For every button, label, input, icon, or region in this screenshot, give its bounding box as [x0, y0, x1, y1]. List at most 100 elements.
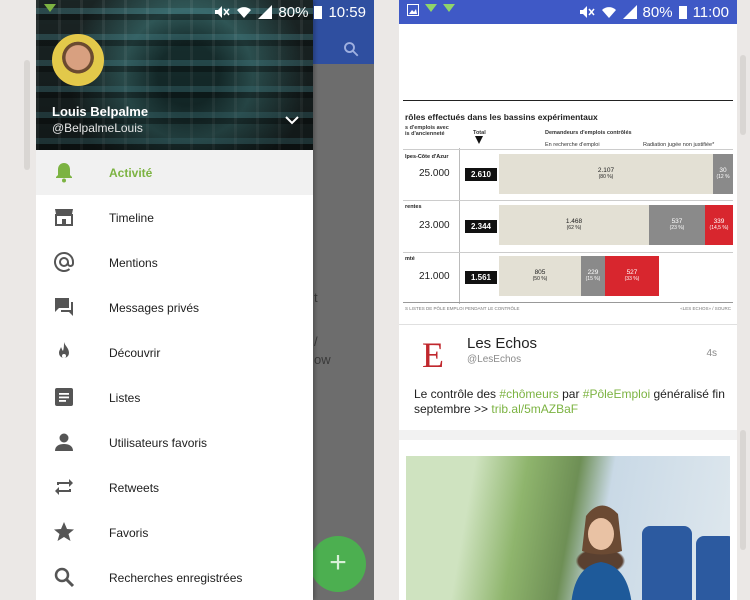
woman-figure	[571, 505, 632, 600]
chart-bar-segment-recherche: 2.107 (80 %)	[499, 154, 713, 194]
menu-item-messages[interactable]: Messages privés	[36, 285, 313, 330]
chart-row-total: 23.000	[419, 220, 450, 231]
status-time: 10:59	[328, 3, 366, 21]
tweet-text: Le contrôle des #chômeurs par #PôleEmplo…	[414, 387, 729, 417]
menu-item-label: Activité	[109, 165, 153, 180]
chart-data-label: 537	[671, 218, 683, 225]
retweet-icon	[52, 475, 76, 499]
chart-data-label: 229	[587, 269, 599, 276]
chart-col-demandeurs: Demandeurs d'emplois contrôlés	[545, 130, 632, 136]
chart-data-label-pct: (80 %)	[598, 174, 614, 180]
chart-row-box: 2.344	[465, 220, 497, 233]
chart-data-label: 805	[534, 269, 546, 276]
search-icon	[52, 565, 76, 589]
menu-item-mentions[interactable]: Mentions	[36, 240, 313, 285]
tweet-author-name[interactable]: Les Echos	[467, 335, 537, 352]
menu-item-recherches[interactable]: Recherches enregistrées	[36, 555, 313, 600]
menu-item-label: Favoris	[109, 525, 149, 540]
behind-text-1: t	[314, 290, 318, 305]
chart-bottom-rule	[403, 302, 733, 303]
chat-icon	[52, 295, 76, 319]
chart-data-label: 527	[626, 269, 638, 276]
compose-fab-button[interactable]: +	[310, 536, 366, 592]
chart-row-rule	[403, 200, 733, 201]
chevron-down-icon[interactable]	[285, 112, 299, 130]
chart-bar-segment-radiation-justifiee: 30 (12 %	[713, 154, 733, 194]
tweet-url-link[interactable]: trib.al/5mAZBaF	[491, 402, 578, 416]
chart-data-label: 2.107	[597, 167, 615, 174]
hashtag-link[interactable]: #chômeurs	[499, 387, 558, 401]
device-edge-right	[740, 55, 746, 135]
chart-row-label: lpes-Côte d'Azur	[405, 154, 449, 160]
menu-item-listes[interactable]: Listes	[36, 375, 313, 420]
avatar[interactable]	[52, 34, 104, 86]
notification-icon	[44, 4, 56, 12]
menu-item-favoris[interactable]: Favoris	[36, 510, 313, 555]
tweet-text-part: par	[558, 387, 583, 401]
status-time: 11:00	[692, 3, 729, 21]
battery-icon	[314, 6, 323, 19]
chart-bar-segment-radiation-non-justifiee: 527 (33 %)	[605, 256, 659, 296]
bell-icon	[52, 160, 76, 184]
chart-data-label-pct: (33 %)	[624, 276, 640, 282]
tweet-timestamp: 4s	[706, 348, 717, 359]
at-icon	[52, 250, 76, 274]
status-bar: 80% 10:59	[36, 0, 374, 24]
tweet-text-part: Le contrôle des	[414, 387, 500, 401]
chart-row-total: 25.000	[419, 168, 450, 179]
chart-data-label-pct: (12 %	[716, 174, 730, 180]
chart-row-box: 2.610	[465, 168, 497, 181]
drawer-menu: Activité Timeline Mentions Messages priv…	[36, 150, 313, 600]
menu-item-label: Retweets	[109, 480, 160, 495]
chart-row-box: 1.561	[465, 271, 497, 284]
list-icon	[52, 385, 76, 409]
user-name: Louis Belpalme	[52, 104, 149, 119]
search-icon[interactable]	[342, 40, 360, 63]
chart-bar-segment-radiation-non-justifiee: 339 (14,5 %)	[705, 205, 733, 245]
menu-item-label: Utilisateurs favoris	[109, 435, 208, 450]
mute-icon	[579, 6, 595, 18]
wifi-icon	[237, 7, 252, 18]
tweet-photo[interactable]	[406, 456, 730, 600]
menu-item-timeline[interactable]: Timeline	[36, 195, 313, 240]
menu-item-activite[interactable]: Activité	[36, 150, 313, 195]
menu-item-label: Recherches enregistrées	[109, 570, 243, 585]
behind-text-3: ow	[314, 352, 331, 367]
chart-bar-segment-radiation-justifiee: 537 (23 %)	[649, 205, 705, 245]
battery-percent: 80%	[642, 3, 673, 21]
battery-icon	[678, 6, 687, 19]
chart-data-label-pct: (62 %)	[566, 225, 582, 231]
notification-icon	[425, 4, 437, 12]
left-phone-screen: t / ow + Louis Belpalme @BelpalmeLouis A…	[36, 0, 374, 600]
chart-data-label-pct: (50 %)	[532, 276, 548, 282]
train-seat	[642, 526, 692, 600]
user-handle: @BelpalmeLouis	[52, 121, 143, 135]
chart-area: rôles effectués dans les bassins expérim…	[403, 104, 733, 324]
chart-col-recherche: En recherche d'emploi	[545, 142, 600, 148]
menu-item-decouvrir[interactable]: Découvrir	[36, 330, 313, 375]
mute-icon	[215, 6, 230, 18]
chart-row-total: 21.000	[419, 271, 450, 282]
svg-text:E: E	[422, 335, 444, 371]
right-phone-screen: rôles effectués dans les bassins expérim…	[399, 0, 737, 600]
tweet-author-handle[interactable]: @LesEchos	[467, 354, 521, 365]
flame-icon	[52, 340, 76, 364]
status-bar: 80% 11:00	[399, 0, 737, 24]
menu-item-label: Messages privés	[109, 300, 200, 315]
menu-item-utilisateurs-favoris[interactable]: Utilisateurs favoris	[36, 420, 313, 465]
chart-image-card[interactable]: rôles effectués dans les bassins expérim…	[399, 24, 737, 324]
train-seat	[696, 536, 730, 600]
signal-icon	[258, 5, 273, 19]
chart-bar-segment-radiation-justifiee: 229 (15 %)	[581, 256, 605, 296]
chart-data-label: 339	[713, 218, 725, 225]
les-echos-logo-icon[interactable]: E	[419, 335, 449, 371]
chart-row-rule	[403, 252, 733, 253]
signal-icon	[622, 5, 637, 19]
chart-data-label-pct: (23 %)	[669, 225, 685, 231]
menu-item-label: Listes	[109, 390, 141, 405]
chart-source-left: S LISTES DE PÔLE EMPLOI PENDANT LE CONTR…	[405, 306, 520, 311]
hashtag-link[interactable]: #PôleEmploi	[583, 387, 650, 401]
menu-item-retweets[interactable]: Retweets	[36, 465, 313, 510]
behind-text-2: /	[314, 334, 318, 349]
chart-row-label: mté	[405, 256, 415, 262]
